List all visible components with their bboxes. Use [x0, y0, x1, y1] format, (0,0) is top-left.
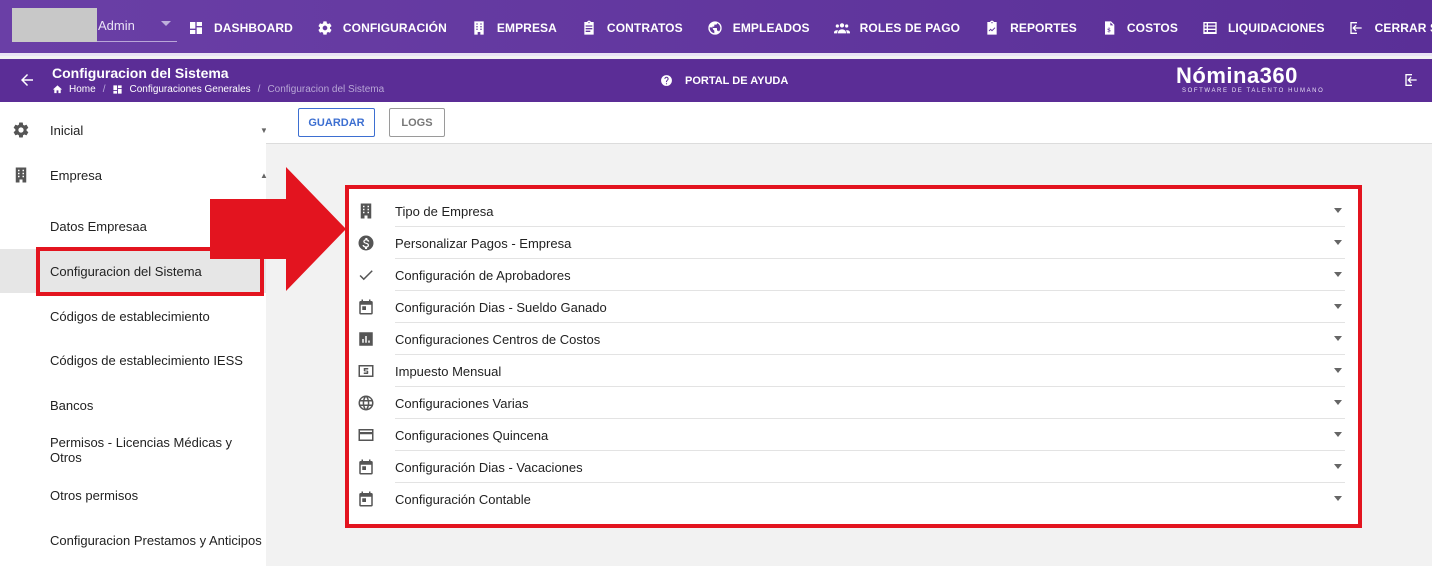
- home-icon: [52, 85, 63, 94]
- nav-reportes-label: REPORTES: [1010, 21, 1077, 35]
- building-icon: [12, 166, 30, 184]
- help-portal-link[interactable]: PORTAL DE AYUDA: [660, 74, 788, 87]
- sidebar-item-codigos-iess[interactable]: Códigos de establecimiento IESS: [0, 338, 266, 382]
- building-icon: [474, 21, 484, 35]
- breadcrumb-current: Configuracion del Sistema: [267, 84, 385, 95]
- sidebar-group-inicial[interactable]: Inicial ▼: [0, 108, 268, 152]
- nav-dashboard[interactable]: DASHBOARD: [188, 20, 293, 36]
- gear-icon: [318, 21, 332, 35]
- nav-empleados-label: EMPLEADOS: [732, 21, 810, 35]
- user-menu[interactable]: Admin: [12, 8, 177, 42]
- dashboard-icon: [190, 22, 202, 34]
- user-name: Admin: [98, 18, 135, 33]
- nav-cerrar-label: CERRAR SESIÓN: [1374, 21, 1432, 35]
- nav-liquidaciones-label: LIQUIDACIONES: [1227, 21, 1325, 35]
- sidebar-group-label: Inicial: [50, 122, 84, 138]
- nav-empresa[interactable]: EMPRESA: [471, 20, 557, 36]
- breadcrumb-separator: /: [102, 84, 106, 95]
- sidebar-item-bancos[interactable]: Bancos: [0, 383, 266, 427]
- back-arrow-icon[interactable]: [18, 71, 36, 89]
- sidebar-item-otros-permisos[interactable]: Otros permisos: [0, 473, 266, 517]
- nav-contratos-label: CONTRATOS: [606, 21, 683, 35]
- sidebar-item-prestamos-anticipos[interactable]: Configuracion Prestamos y Anticipos: [0, 518, 266, 562]
- action-toolbar: GUARDAR LOGS: [266, 102, 1432, 144]
- page-title: Configuracion del Sistema: [52, 65, 229, 81]
- sub-header: Configuracion del Sistema Home / Configu…: [0, 59, 1432, 102]
- nav-configuracion[interactable]: CONFIGURACIÓN: [317, 20, 447, 36]
- nav-configuracion-label: CONFIGURACIÓN: [342, 21, 447, 35]
- breadcrumb-home-label: Home: [69, 84, 96, 95]
- sidebar-group-label: Empresa: [50, 167, 103, 183]
- nav-roles-label: ROLES DE PAGO: [859, 21, 961, 35]
- nav-roles-de-pago[interactable]: ROLES DE PAGO: [833, 20, 961, 36]
- group-icon: [833, 23, 850, 34]
- sidebar-item-permisos-licencias[interactable]: Permisos - Licencias Médicas y Otros: [0, 428, 266, 472]
- logo-tagline: SOFTWARE DE TALENTO HUMANO: [1182, 88, 1325, 94]
- save-button[interactable]: GUARDAR: [298, 108, 375, 137]
- logout-icon: [1349, 22, 1362, 34]
- main-nav: DASHBOARD CONFIGURACIÓN EMPRESA CONTRATO…: [188, 0, 1432, 56]
- breadcrumb: Home / Configuraciones Generales / Confi…: [52, 84, 384, 95]
- nav-costos[interactable]: COSTOS: [1101, 20, 1178, 36]
- clipboard-icon: [584, 20, 594, 35]
- avatar: [12, 8, 97, 42]
- globe-icon: [708, 21, 722, 35]
- nav-dashboard-label: DASHBOARD: [214, 21, 293, 35]
- breadcrumb-config-generales-label: Configuraciones Generales: [129, 84, 251, 95]
- breadcrumb-home[interactable]: Home: [52, 84, 96, 95]
- breadcrumb-separator: /: [257, 84, 261, 95]
- invoice-icon: [1104, 21, 1115, 35]
- logo-text: Nómina360: [1176, 63, 1298, 88]
- report-icon: [987, 20, 997, 35]
- annotation-highlight-panel: [345, 185, 1362, 528]
- breadcrumb-config-generales[interactable]: Configuraciones Generales: [112, 84, 251, 95]
- nav-empleados[interactable]: EMPLEADOS: [707, 20, 810, 36]
- exit-icon[interactable]: [1404, 72, 1420, 88]
- company-logo: Nómina360 SOFTWARE DE TALENTO HUMANO: [1176, 64, 1326, 98]
- nav-contratos[interactable]: CONTRATOS: [581, 20, 683, 36]
- nav-cerrar-sesion[interactable]: CERRAR SESIÓN: [1349, 20, 1432, 36]
- top-navigation-bar: Admin DASHBOARD CONFIGURACIÓN EMPRESA CO…: [0, 0, 1432, 56]
- logs-button[interactable]: LOGS: [389, 108, 445, 137]
- sidebar-item-codigos-establecimiento[interactable]: Códigos de establecimiento: [0, 294, 266, 338]
- gear-icon: [12, 121, 30, 139]
- help-portal-label: PORTAL DE AYUDA: [685, 74, 789, 87]
- dashboard-icon: [113, 85, 123, 94]
- list-icon: [1203, 22, 1217, 34]
- nav-empresa-label: EMPRESA: [496, 21, 557, 35]
- nav-reportes[interactable]: REPORTES: [984, 20, 1077, 36]
- annotation-arrow-icon: [210, 167, 346, 291]
- nav-liquidaciones[interactable]: LIQUIDACIONES: [1202, 20, 1325, 36]
- nav-costos-label: COSTOS: [1126, 21, 1178, 35]
- caret-down-icon: [161, 21, 171, 26]
- help-icon: [661, 75, 672, 86]
